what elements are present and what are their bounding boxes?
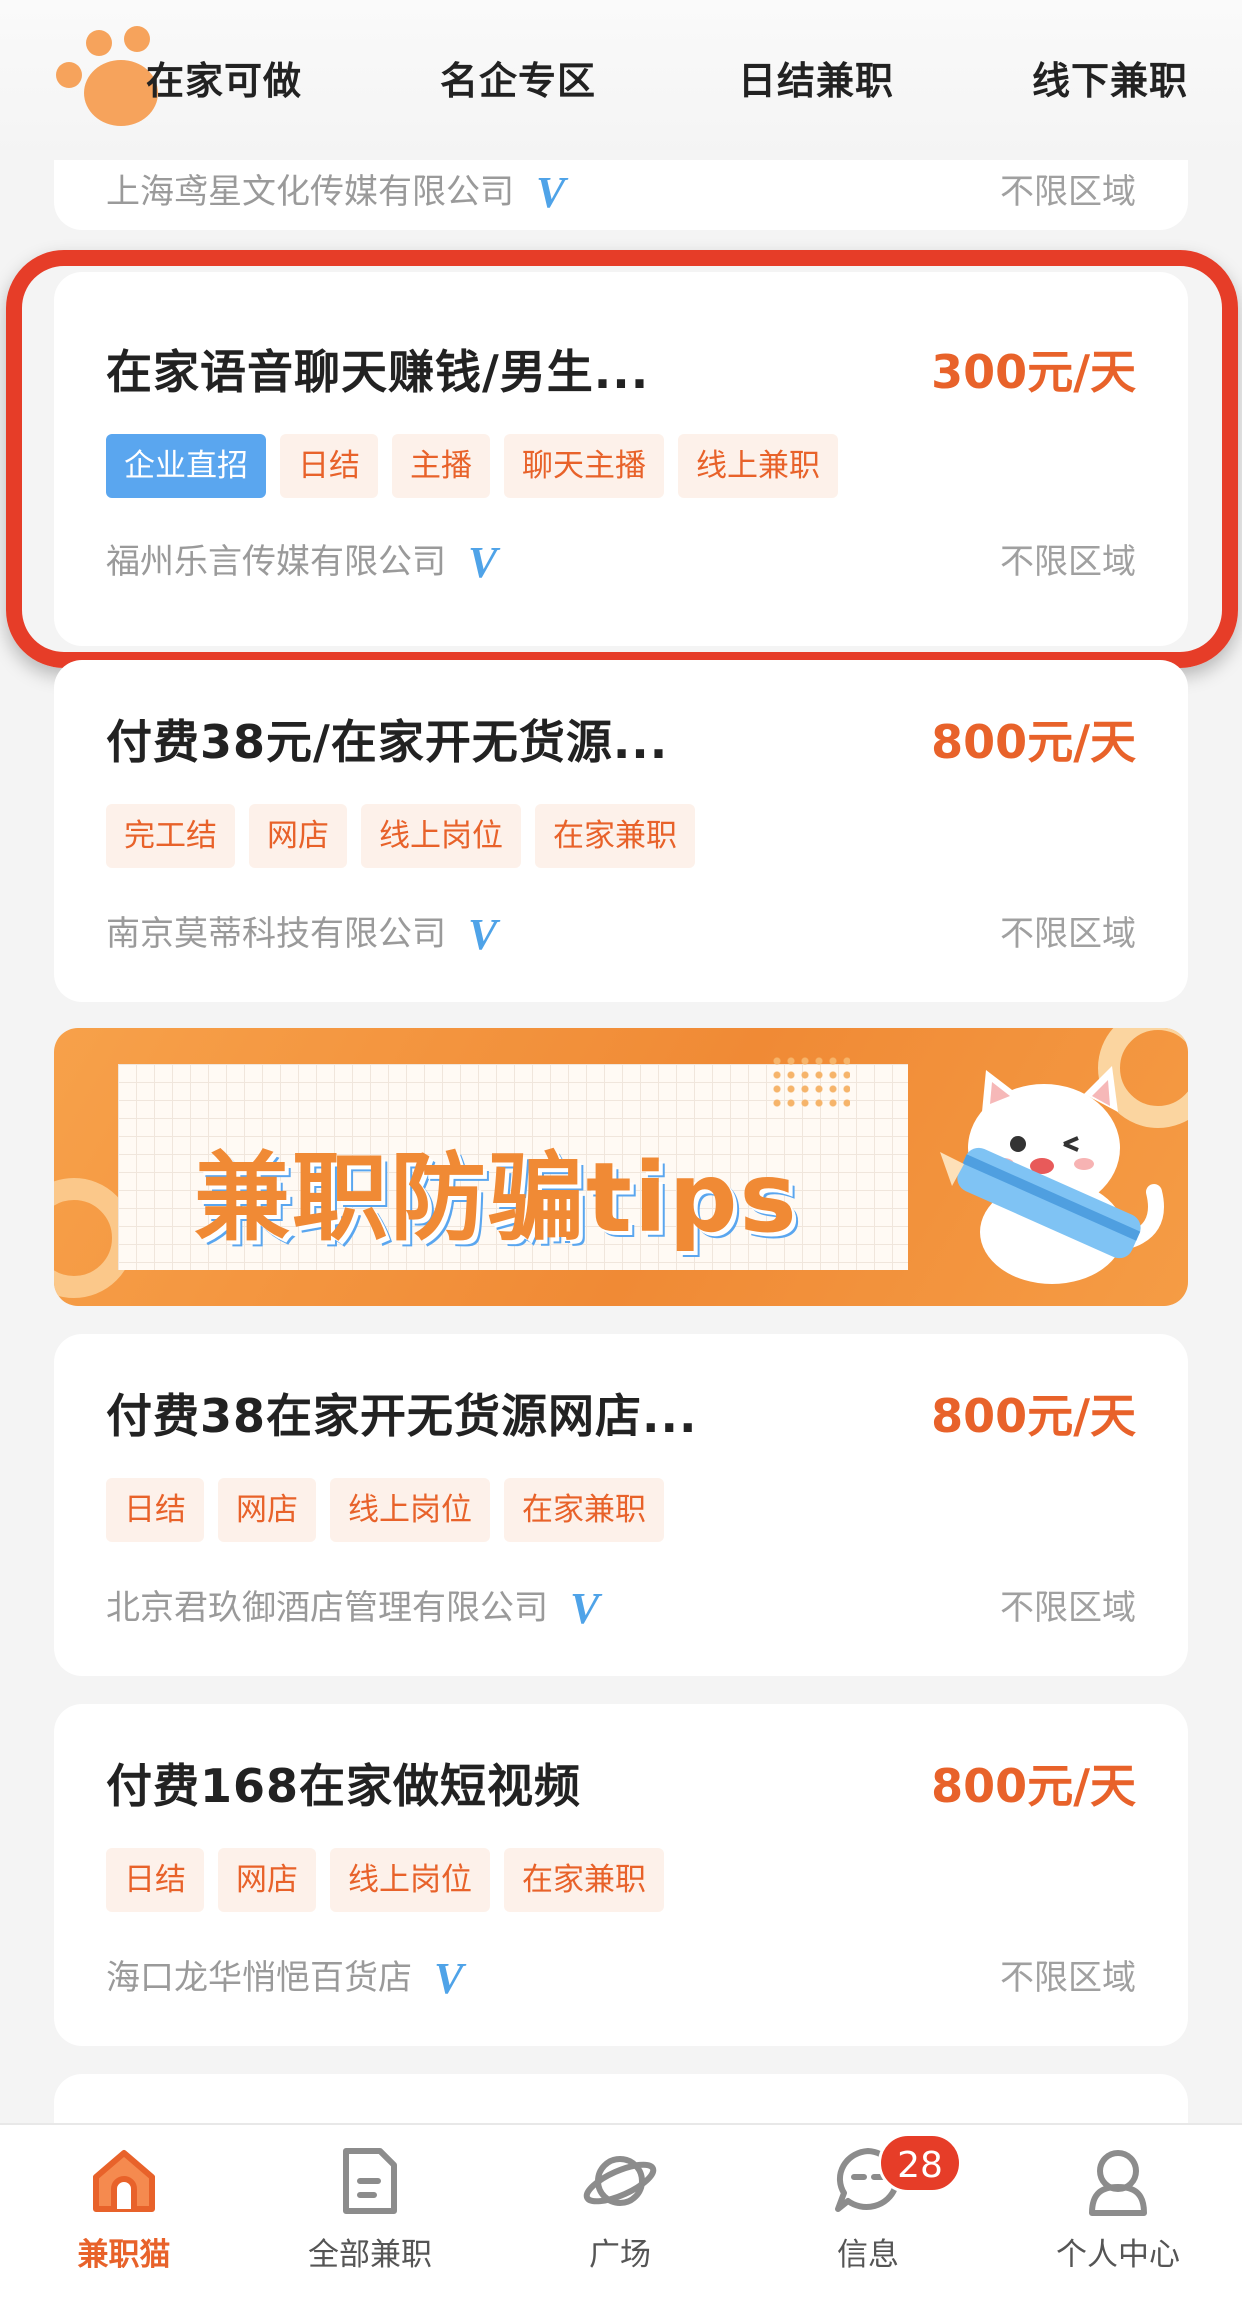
job-salary: 800元/天 — [931, 715, 1136, 769]
region-label: 不限区域 — [1000, 172, 1136, 212]
verified-icon: V — [468, 910, 498, 959]
region-label: 不限区域 — [1000, 1588, 1136, 1628]
nav-label: 兼职猫 — [77, 2237, 171, 2273]
tab-daily-pay[interactable]: 日结兼职 — [738, 50, 894, 105]
verified-icon: V — [536, 168, 566, 217]
home-icon — [93, 2150, 155, 2212]
verified-icon: V — [570, 1584, 600, 1633]
job-title: 付费168在家做短视频 — [106, 1759, 582, 1813]
job-tags: 企业直招 日结 主播 聊天主播 线上兼职 — [106, 434, 838, 498]
job-tags: 日结 网店 线上岗位 在家兼职 — [106, 1848, 664, 1912]
region-label: 不限区域 — [1000, 542, 1136, 582]
job-title: 付费38在家开无货源网店... — [106, 1389, 698, 1443]
job-tag: 线上兼职 — [678, 434, 838, 498]
job-tag: 日结 — [280, 434, 378, 498]
job-tag: 线上岗位 — [330, 1848, 490, 1912]
tag-direct-hire: 企业直招 — [106, 434, 266, 498]
company-name: 北京君玖御酒店管理有限公司 V — [106, 1584, 600, 1633]
company-name: 福州乐言传媒有限公司 V — [106, 538, 498, 587]
cat-mascot-icon — [940, 1066, 1164, 1284]
job-tag: 网店 — [249, 804, 347, 868]
job-tag: 日结 — [106, 1478, 204, 1542]
job-tag: 在家兼职 — [504, 1848, 664, 1912]
anti-fraud-banner[interactable]: 兼职防骗tips — [54, 1028, 1188, 1306]
job-card[interactable]: 付费38在家开无货源网店... 800元/天 日结 网店 线上岗位 在家兼职 北… — [54, 1334, 1188, 1676]
nav-label: 广场 — [589, 2237, 651, 2273]
job-tags: 日结 网店 线上岗位 在家兼职 — [106, 1478, 664, 1542]
verified-icon: V — [468, 538, 498, 587]
job-tag: 聊天主播 — [504, 434, 664, 498]
job-tag: 网店 — [218, 1478, 316, 1542]
job-tag: 网店 — [218, 1848, 316, 1912]
job-card[interactable]: 付费38元/在家开无货源... 800元/天 完工结 网店 线上岗位 在家兼职 … — [54, 660, 1188, 1002]
job-tag: 在家兼职 — [504, 1478, 664, 1542]
region-label: 不限区域 — [1000, 914, 1136, 954]
job-tag: 主播 — [392, 434, 490, 498]
job-tag: 在家兼职 — [535, 804, 695, 868]
job-tag: 线上岗位 — [361, 804, 521, 868]
job-salary: 800元/天 — [931, 1389, 1136, 1443]
nav-label: 全部兼职 — [308, 2237, 432, 2273]
banner-title: 兼职防骗tips — [194, 1142, 799, 1254]
nav-label: 个人中心 — [1056, 2237, 1180, 2273]
planet-icon — [583, 2156, 657, 2206]
company-name: 南京莫蒂科技有限公司 V — [106, 910, 498, 959]
nav-item-all-jobs[interactable]: 全部兼职 — [270, 2143, 470, 2274]
document-icon — [343, 2148, 397, 2214]
page: 在家可做 名企专区 日结兼职 线下兼职 上海鸢星文化传媒有限公司 V 不限区域 在… — [0, 0, 1242, 2319]
job-title: 在家语音聊天赚钱/男生... — [106, 345, 650, 399]
nav-item-profile[interactable]: 个人中心 — [1018, 2143, 1218, 2274]
job-title: 付费38元/在家开无货源... — [106, 715, 669, 769]
nav-item-plaza[interactable]: 广场 — [520, 2143, 720, 2274]
job-salary: 800元/天 — [931, 1759, 1136, 1813]
verified-icon: V — [434, 1954, 464, 2003]
job-card[interactable]: 在家语音聊天赚钱/男生... 300元/天 企业直招 日结 主播 聊天主播 线上… — [54, 272, 1188, 646]
tab-work-from-home[interactable]: 在家可做 — [146, 50, 302, 105]
category-tab-bar: 在家可做 名企专区 日结兼职 线下兼职 — [0, 0, 1242, 160]
company-name: 海口龙华悄悒百货店 V — [106, 1954, 464, 2003]
job-salary: 300元/天 — [931, 345, 1136, 399]
nav-label: 信息 — [837, 2237, 899, 2273]
tab-offline-jobs[interactable]: 线下兼职 — [1032, 50, 1188, 105]
unread-count-badge: 28 — [878, 2133, 962, 2193]
tab-famous-companies[interactable]: 名企专区 — [440, 50, 596, 105]
nav-item-home[interactable]: 兼职猫 — [24, 2143, 224, 2274]
nav-item-messages[interactable]: 28 信息 — [768, 2133, 968, 2274]
job-tag: 日结 — [106, 1848, 204, 1912]
job-card[interactable]: 付费168在家做短视频 800元/天 日结 网店 线上岗位 在家兼职 海口龙华悄… — [54, 1704, 1188, 2046]
user-icon — [1089, 2150, 1147, 2216]
job-tag: 完工结 — [106, 804, 235, 868]
bottom-nav: 兼职猫 全部兼职 广场 28 信息 个人中心 — [0, 2123, 1242, 2319]
region-label: 不限区域 — [1000, 1958, 1136, 1998]
job-tag: 线上岗位 — [330, 1478, 490, 1542]
company-name: 上海鸢星文化传媒有限公司 V — [106, 168, 566, 217]
job-tags: 完工结 网店 线上岗位 在家兼职 — [106, 804, 695, 868]
